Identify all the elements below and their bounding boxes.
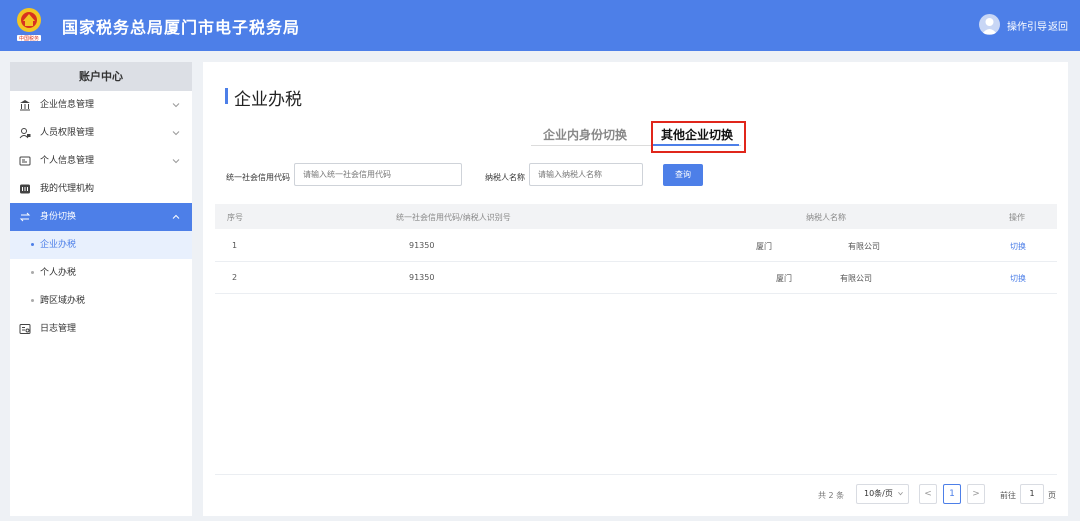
sidebar-title: 账户中心 — [10, 62, 192, 91]
sidebar-item-personal-info[interactable]: 个人信息管理 — [10, 147, 192, 175]
sidebar-item-label: 个人信息管理 — [40, 156, 95, 166]
user-lock-icon — [19, 128, 31, 139]
table-header: 序号 统一社会信用代码/纳税人识别号 纳税人名称 操作 — [215, 204, 1057, 229]
sidebar-item-logs[interactable]: 日志管理 — [10, 315, 192, 343]
taxpayer-name-input[interactable] — [529, 163, 643, 186]
query-button[interactable]: 查询 — [663, 164, 703, 186]
chevron-up-icon — [172, 214, 180, 219]
bullet-dot — [31, 271, 34, 274]
switch-link[interactable]: 切换 — [1010, 273, 1026, 284]
bullet-dot — [31, 243, 34, 246]
highlight-box — [651, 121, 746, 153]
column-header-name: 纳税人名称 — [806, 213, 846, 222]
table-row: 1 91350 厦门 有限公司 切换 — [215, 230, 1057, 262]
prev-page-button[interactable]: < — [919, 484, 937, 504]
goto-page-input[interactable]: 1 — [1020, 484, 1044, 504]
tax-emblem-icon: 中国税务 — [17, 8, 41, 42]
top-header: 中国税务 国家税务总局厦门市电子税务局 操作引导 返回 — [0, 0, 1080, 51]
svg-text:中国税务: 中国税务 — [19, 35, 39, 42]
next-page-button[interactable]: > — [967, 484, 985, 504]
id-card-icon — [19, 156, 31, 166]
sidebar-item-label: 我的代理机构 — [40, 184, 95, 194]
pagination-total: 共 2 条 — [818, 491, 845, 500]
cell-credit-code: 91350 — [409, 241, 435, 250]
page-number-button[interactable]: 1 — [943, 484, 961, 504]
sidebar-item-company-info[interactable]: 企业信息管理 — [10, 91, 192, 119]
pagination-divider — [215, 474, 1057, 475]
chevron-down-icon — [172, 103, 180, 108]
column-header-code: 统一社会信用代码/纳税人识别号 — [396, 213, 511, 222]
goto-label: 前往 — [1000, 491, 1016, 500]
title-accent-bar — [225, 88, 228, 104]
cell-name-prefix: 厦门 — [756, 242, 772, 251]
cell-name-suffix: 有限公司 — [840, 274, 872, 283]
sidebar: 账户中心 企业信息管理 人员权限管理 个人信息管理 我的代理机构 身份切换 企业… — [10, 62, 192, 516]
sidebar-subitem-label: 跨区域办税 — [40, 296, 86, 306]
credit-code-label: 统一社会信用代码 — [226, 173, 290, 182]
switch-link[interactable]: 切换 — [1010, 241, 1026, 252]
page-title: 企业办税 — [234, 90, 302, 110]
chevron-down-icon — [172, 131, 180, 136]
main-panel: 企业办税 企业内身份切换 其他企业切换 统一社会信用代码 纳税人名称 查询 序号… — [203, 62, 1068, 516]
sidebar-subitem-personal-tax[interactable]: 个人办税 — [10, 259, 192, 287]
sidebar-item-label: 身份切换 — [40, 212, 77, 222]
sidebar-subitem-label: 个人办税 — [40, 268, 77, 278]
site-title: 国家税务总局厦门市电子税务局 — [62, 18, 301, 37]
sidebar-subitem-cross-region-tax[interactable]: 跨区域办税 — [10, 287, 192, 315]
sidebar-item-agency[interactable]: 我的代理机构 — [10, 175, 192, 203]
page-size-value: 10条/页 — [864, 489, 893, 498]
chevron-down-icon — [898, 491, 903, 496]
column-header-action: 操作 — [1009, 213, 1025, 222]
sidebar-item-permissions[interactable]: 人员权限管理 — [10, 119, 192, 147]
agency-icon — [20, 184, 30, 194]
sidebar-subitem-company-tax[interactable]: 企业办税 — [10, 231, 192, 259]
taxpayer-name-label: 纳税人名称 — [485, 173, 525, 182]
chevron-down-icon — [172, 159, 180, 164]
guide-link[interactable]: 操作引导 — [1007, 18, 1047, 33]
sidebar-item-label: 日志管理 — [40, 324, 77, 334]
cell-name-suffix: 有限公司 — [848, 242, 880, 251]
cell-index: 1 — [232, 241, 238, 250]
credit-code-input[interactable] — [294, 163, 462, 186]
user-avatar-icon[interactable] — [979, 14, 1000, 35]
cell-credit-code: 91350 — [409, 273, 435, 282]
sidebar-item-label: 企业信息管理 — [40, 100, 95, 110]
page-size-select[interactable]: 10条/页 — [856, 484, 909, 504]
tab-internal-switch[interactable]: 企业内身份切换 — [543, 126, 627, 143]
cell-index: 2 — [232, 273, 238, 282]
cell-name-prefix: 厦门 — [776, 274, 792, 283]
sidebar-item-label: 人员权限管理 — [40, 128, 95, 138]
back-link[interactable]: 返回 — [1048, 18, 1068, 33]
column-header-index: 序号 — [227, 213, 243, 222]
table-row: 2 91350 厦门 有限公司 切换 — [215, 262, 1057, 294]
sidebar-item-identity-switch[interactable]: 身份切换 — [10, 203, 192, 231]
sidebar-subitem-label: 企业办税 — [40, 240, 77, 250]
bullet-dot — [31, 299, 34, 302]
log-icon — [19, 324, 31, 334]
bank-icon — [20, 100, 30, 111]
page-unit-label: 页 — [1048, 491, 1056, 500]
switch-icon — [19, 212, 31, 222]
